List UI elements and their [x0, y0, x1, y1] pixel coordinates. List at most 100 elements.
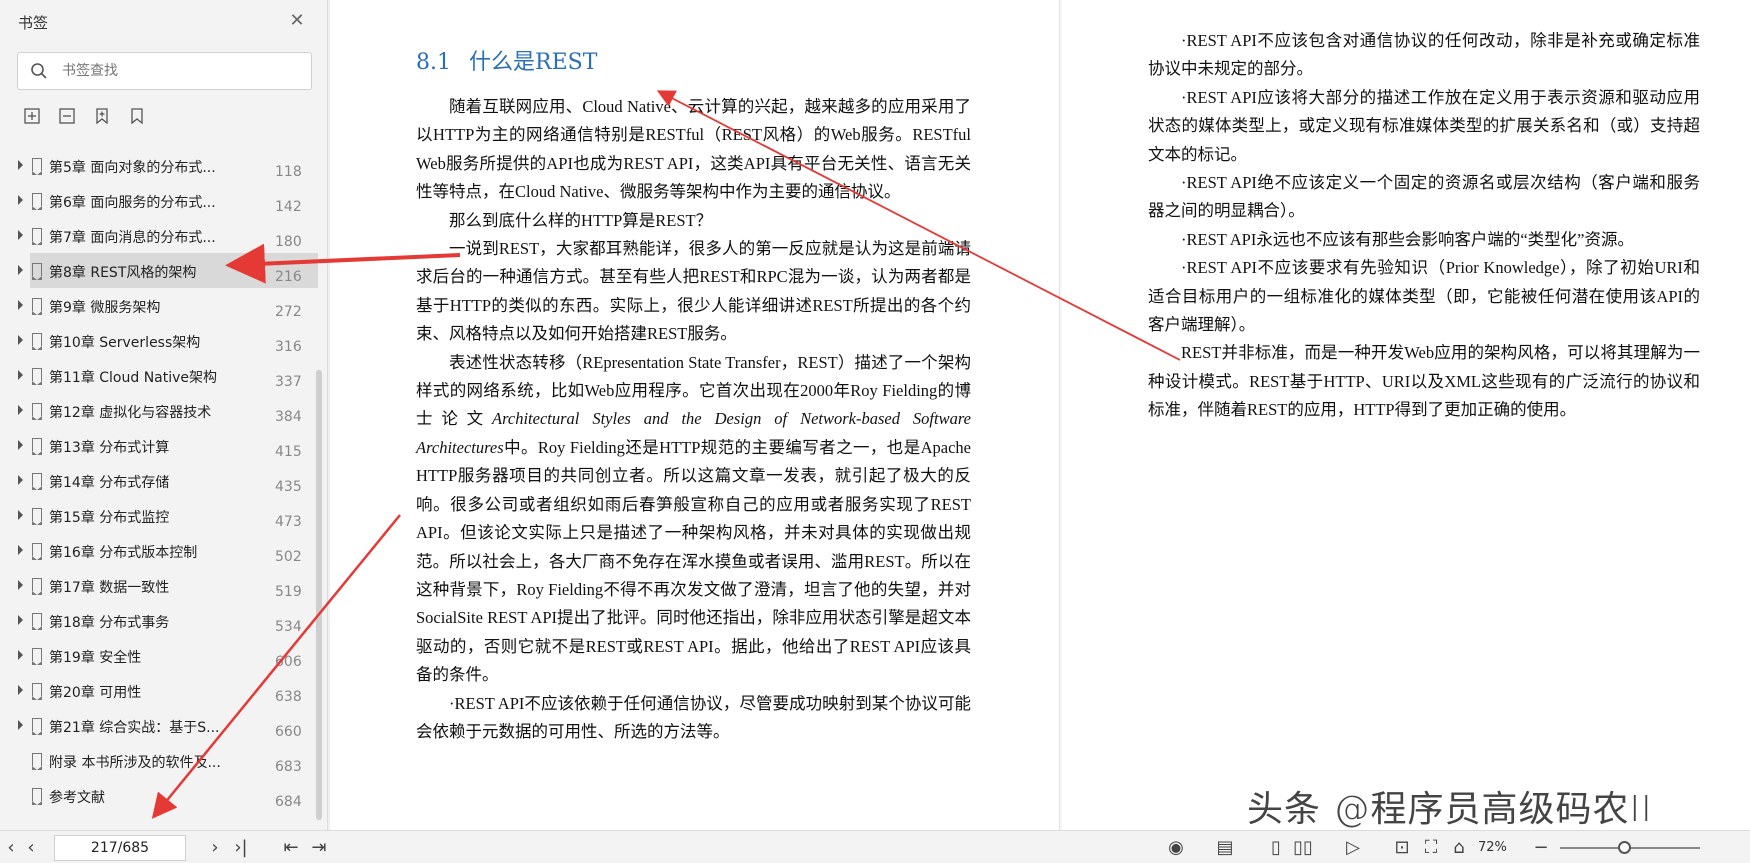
- bookmark-item[interactable]: 第19章 安全性 606: [0, 638, 318, 673]
- bookmark-item[interactable]: 第12章 虚拟化与容器技术 384: [0, 393, 318, 428]
- expand-arrow-icon[interactable]: [18, 405, 23, 415]
- status-bar: ‹ ‹ 217/685 › ›| ⇤ ⇥ ◉ ▤ ▯ ▯▯ ▷ ⊡ ⛶ ⌂ 72…: [0, 830, 1750, 863]
- bookmark-item[interactable]: 第18章 分布式事务 534: [0, 603, 318, 638]
- bookmark-item[interactable]: 第10章 Serverless架构 316: [0, 323, 318, 358]
- bookmark-item[interactable]: 第5章 面向对象的分布式... 118: [0, 148, 318, 183]
- bookmark-item[interactable]: 参考文献 684: [0, 778, 318, 813]
- bookmark-page-number: 502: [275, 549, 302, 565]
- paragraph: ·REST API不应该包含对通信协议的任何改动，除非是补充或确定标准协议中未规…: [1148, 31, 1700, 79]
- paragraph: 随着互联网应用、Cloud Native、云计算的兴起，越来越多的应用采用了以H…: [416, 97, 971, 202]
- expand-arrow-icon[interactable]: [18, 650, 23, 660]
- back-icon[interactable]: ⇤: [280, 837, 302, 859]
- expand-arrow-icon[interactable]: [18, 685, 23, 695]
- expand-arrow-icon[interactable]: [18, 300, 23, 310]
- page-icon[interactable]: ▯: [1265, 837, 1287, 859]
- bookmark-label: 第13章 分布式计算: [49, 440, 170, 456]
- bookmark-icon: [31, 228, 42, 245]
- expand-arrow-icon[interactable]: [18, 265, 23, 275]
- bookmark-page-number: 683: [275, 759, 302, 775]
- bookmark-item[interactable]: 附录 本书所涉及的软件及... 683: [0, 743, 318, 778]
- fit-page-icon[interactable]: ⛶: [1420, 837, 1442, 859]
- bookmark-icon: [31, 368, 42, 385]
- bookmark-item[interactable]: 第15章 分布式监控 473: [0, 498, 318, 533]
- watermark: 头条 @程序员高级码农II: [1247, 789, 1653, 830]
- collapse-all-icon[interactable]: [57, 106, 77, 126]
- close-icon[interactable]: ✕: [288, 12, 306, 30]
- bookmark-search-box[interactable]: [17, 52, 312, 90]
- section-title-text: 什么是REST: [469, 50, 598, 75]
- bookmark-label: 第10章 Serverless架构: [49, 335, 201, 351]
- zoom-slider-handle[interactable]: [1618, 841, 1631, 854]
- paragraph: ·REST API应该将大部分的描述工作放在定义用于表示资源和驱动应用状态的媒体…: [1148, 87, 1700, 164]
- expand-arrow-icon[interactable]: [18, 160, 23, 170]
- bookmark-page-number: 660: [275, 724, 302, 740]
- bookmark-item[interactable]: 第13章 分布式计算 415: [0, 428, 318, 463]
- expand-arrow-icon[interactable]: [18, 335, 23, 345]
- expand-all-icon[interactable]: [22, 106, 42, 126]
- expand-arrow-icon[interactable]: [18, 545, 23, 555]
- eye-icon[interactable]: ◉: [1165, 837, 1187, 859]
- bookmark-label: 附录 本书所涉及的软件及...: [49, 755, 221, 771]
- prev-page-icon[interactable]: ‹: [20, 837, 42, 859]
- bookmark-item[interactable]: 第20章 可用性 638: [0, 673, 318, 708]
- expand-arrow-icon[interactable]: [18, 230, 23, 240]
- bookmark-icon[interactable]: [127, 106, 147, 126]
- actual-size-icon[interactable]: ⊡: [1391, 837, 1413, 859]
- bookmark-label: 第5章 面向对象的分布式...: [49, 160, 216, 176]
- bookmark-item[interactable]: 第14章 分布式存储 435: [0, 463, 318, 498]
- next-page-icon[interactable]: ›: [204, 837, 226, 859]
- play-icon[interactable]: ▷: [1342, 837, 1364, 859]
- forward-icon[interactable]: ⇥: [308, 837, 330, 859]
- bookmark-list: 第5章 面向对象的分布式... 118 第6章 面向服务的分布式... 142 第7章 …: [0, 148, 318, 813]
- expand-arrow-icon[interactable]: [18, 580, 23, 590]
- first-page-icon[interactable]: ‹: [0, 837, 22, 859]
- paragraph: 那么到底什么样的HTTP算是REST？: [449, 210, 713, 230]
- paragraph: ·REST API永远也不应该有那些会影响客户端的“类型化”资源。: [1181, 229, 1634, 249]
- bookmark-label: 第8章 REST风格的架构: [49, 265, 197, 281]
- bookmark-item[interactable]: 第17章 数据一致性 519: [0, 568, 318, 603]
- bookmark-page-number: 415: [275, 444, 302, 460]
- last-page-icon[interactable]: ›|: [230, 837, 252, 859]
- bookmark-item[interactable]: 第8章 REST风格的架构 216: [18, 253, 318, 288]
- single-page-icon[interactable]: ▤: [1214, 837, 1236, 859]
- paragraph: 表述性状态转移（REpresentation State Transfer，RE…: [416, 349, 971, 690]
- bookmark-icon: [31, 753, 42, 770]
- bookmark-page-number: 473: [275, 514, 302, 530]
- pdf-reader-window: 书签 ✕ 书签查找 第5章 面向对象的分布式... 118 第6章 面向服务的分…: [0, 0, 1750, 863]
- bookmark-label: 第6章 面向服务的分布式...: [49, 195, 216, 211]
- expand-arrow-icon[interactable]: [18, 615, 23, 625]
- expand-arrow-icon[interactable]: [18, 510, 23, 520]
- bookmark-label: 第7章 面向消息的分布式...: [49, 230, 216, 246]
- bookmark-page-number: 638: [275, 689, 302, 705]
- bookmark-item[interactable]: 第21章 综合实战：基于S... 660: [0, 708, 318, 743]
- expand-arrow-icon[interactable]: [18, 720, 23, 730]
- bookmark-item[interactable]: 第11章 Cloud Native架构 337: [0, 358, 318, 393]
- fit-width-icon[interactable]: ⌂: [1448, 837, 1470, 859]
- paragraph: ·REST API不应该要求有先验知识（Prior Knowledge），除了初…: [1148, 258, 1700, 335]
- bookmark-page-number: 435: [275, 479, 302, 495]
- bookmark-page-number: 142: [275, 199, 302, 215]
- sidebar-scrollbar[interactable]: [316, 370, 322, 820]
- bookmark-icon: [31, 788, 42, 805]
- bookmark-label: 第21章 综合实战：基于S...: [49, 720, 220, 736]
- two-page-icon[interactable]: ▯▯: [1292, 837, 1314, 859]
- add-bookmark-icon[interactable]: [92, 106, 112, 126]
- bookmark-item[interactable]: 第16章 分布式版本控制 502: [0, 533, 318, 568]
- expand-arrow-icon[interactable]: [18, 370, 23, 380]
- zoom-out-icon[interactable]: −: [1530, 837, 1552, 859]
- page-indicator[interactable]: 217/685: [54, 835, 186, 861]
- expand-arrow-icon[interactable]: [18, 440, 23, 450]
- expand-arrow-icon[interactable]: [18, 475, 23, 485]
- bookmark-page-number: 180: [275, 234, 302, 250]
- bookmark-item[interactable]: 第7章 面向消息的分布式... 180: [0, 218, 318, 253]
- bookmark-item[interactable]: 第6章 面向服务的分布式... 142: [0, 183, 318, 218]
- expand-arrow-icon[interactable]: [18, 195, 23, 205]
- bookmark-page-number: 216: [275, 269, 302, 285]
- bookmark-label: 第16章 分布式版本控制: [49, 545, 198, 561]
- zoom-level[interactable]: 72%: [1478, 840, 1507, 855]
- bookmark-icon: [31, 543, 42, 560]
- bookmark-search-input[interactable]: [62, 61, 302, 81]
- bookmark-icon: [31, 263, 42, 280]
- right-page-body: ·REST API不应该包含对通信协议的任何改动，除非是补充或确定标准协议中未规…: [1148, 27, 1700, 425]
- bookmark-item[interactable]: 第9章 微服务架构 272: [0, 288, 318, 323]
